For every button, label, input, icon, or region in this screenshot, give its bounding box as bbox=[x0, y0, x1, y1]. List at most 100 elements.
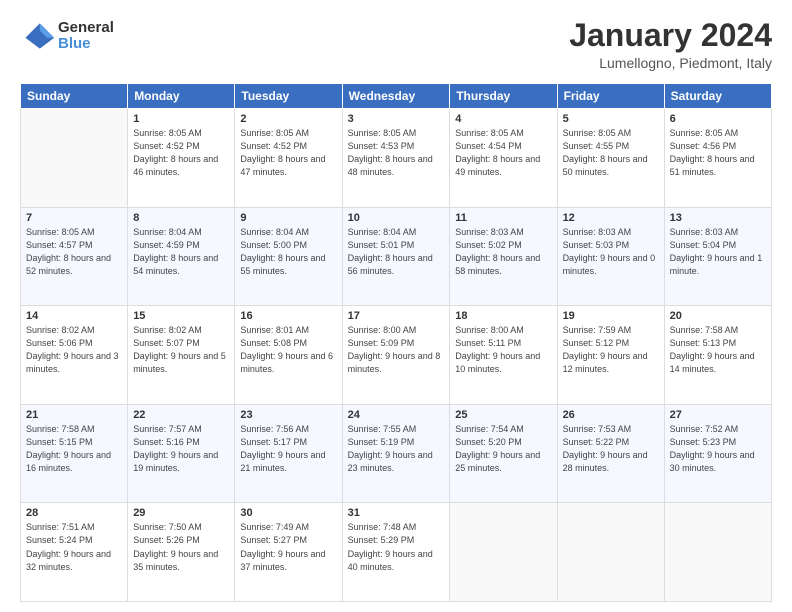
calendar-cell: 26 Sunrise: 7:53 AMSunset: 5:22 PMDayligh… bbox=[557, 404, 664, 503]
day-number: 2 bbox=[240, 113, 336, 125]
calendar-cell: 15Sunrise: 8:02 AMSunset: 5:07 PMDayligh… bbox=[128, 306, 235, 405]
day-info: Sunrise: 8:02 AMSunset: 5:07 PMDaylight:… bbox=[133, 324, 229, 376]
day-number: 31 bbox=[348, 507, 445, 519]
day-info: Sunrise: 8:05 AMSunset: 4:52 PMDaylight:… bbox=[240, 127, 336, 179]
calendar-cell: 13 Sunrise: 8:03 AMSunset: 5:04 PMDayligh… bbox=[664, 207, 771, 306]
calendar-week-row: 28Sunrise: 7:51 AMSunset: 5:24 PMDayligh… bbox=[21, 503, 772, 602]
calendar-cell: 27Sunrise: 7:52 AMSunset: 5:23 PMDayligh… bbox=[664, 404, 771, 503]
day-number: 14 bbox=[26, 310, 122, 322]
calendar-cell: 8 Sunrise: 8:04 AMSunset: 4:59 PMDaylight… bbox=[128, 207, 235, 306]
day-info: Sunrise: 7:58 AMSunset: 5:15 PMDaylight:… bbox=[26, 423, 122, 475]
day-info: Sunrise: 8:03 AMSunset: 5:03 PMDaylight:… bbox=[563, 226, 659, 278]
weekday-header-thursday: Thursday bbox=[450, 84, 557, 109]
calendar-cell: 24Sunrise: 7:55 AMSunset: 5:19 PMDayligh… bbox=[342, 404, 450, 503]
weekday-header-row: SundayMondayTuesdayWednesdayThursdayFrid… bbox=[21, 84, 772, 109]
calendar-cell: 12 Sunrise: 8:03 AMSunset: 5:03 PMDayligh… bbox=[557, 207, 664, 306]
day-info: Sunrise: 8:00 AMSunset: 5:09 PMDaylight:… bbox=[348, 324, 445, 376]
day-number: 25 bbox=[455, 409, 551, 421]
calendar-cell: 25 Sunrise: 7:54 AMSunset: 5:20 PMDayligh… bbox=[450, 404, 557, 503]
calendar-cell bbox=[450, 503, 557, 602]
day-info: Sunrise: 8:05 AMSunset: 4:54 PMDaylight:… bbox=[455, 127, 551, 179]
day-info: Sunrise: 8:05 AMSunset: 4:52 PMDaylight:… bbox=[133, 127, 229, 179]
day-info: Sunrise: 8:05 AMSunset: 4:53 PMDaylight:… bbox=[348, 127, 445, 179]
day-number: 9 bbox=[240, 212, 336, 224]
day-number: 12 bbox=[563, 212, 659, 224]
calendar-cell: 1 Sunrise: 8:05 AMSunset: 4:52 PMDaylight… bbox=[128, 109, 235, 208]
day-info: Sunrise: 8:04 AMSunset: 5:00 PMDaylight:… bbox=[240, 226, 336, 278]
calendar-week-row: 7Sunrise: 8:05 AMSunset: 4:57 PMDaylight… bbox=[21, 207, 772, 306]
day-number: 23 bbox=[240, 409, 336, 421]
day-info: Sunrise: 8:03 AMSunset: 5:02 PMDaylight:… bbox=[455, 226, 551, 278]
page: General Blue January 2024 Lumellogno, Pi… bbox=[0, 0, 792, 612]
day-info: Sunrise: 7:56 AMSunset: 5:17 PMDaylight:… bbox=[240, 423, 336, 475]
day-number: 13 bbox=[670, 212, 766, 224]
logo-general-text: General bbox=[58, 20, 114, 37]
calendar-cell: 19Sunrise: 7:59 AMSunset: 5:12 PMDayligh… bbox=[557, 306, 664, 405]
weekday-header-friday: Friday bbox=[557, 84, 664, 109]
day-number: 10 bbox=[348, 212, 445, 224]
calendar-cell: 9 Sunrise: 8:04 AMSunset: 5:00 PMDaylight… bbox=[235, 207, 342, 306]
calendar-cell bbox=[21, 109, 128, 208]
location: Lumellogno, Piedmont, Italy bbox=[569, 55, 772, 71]
weekday-header-monday: Monday bbox=[128, 84, 235, 109]
day-number: 21 bbox=[26, 409, 122, 421]
day-info: Sunrise: 8:04 AMSunset: 5:01 PMDaylight:… bbox=[348, 226, 445, 278]
day-number: 19 bbox=[563, 310, 659, 322]
calendar-cell: 22Sunrise: 7:57 AMSunset: 5:16 PMDayligh… bbox=[128, 404, 235, 503]
weekday-header-wednesday: Wednesday bbox=[342, 84, 450, 109]
day-info: Sunrise: 8:03 AMSunset: 5:04 PMDaylight:… bbox=[670, 226, 766, 278]
day-number: 17 bbox=[348, 310, 445, 322]
calendar-week-row: 21 Sunrise: 7:58 AMSunset: 5:15 PMDayligh… bbox=[21, 404, 772, 503]
calendar-cell: 10 Sunrise: 8:04 AMSunset: 5:01 PMDayligh… bbox=[342, 207, 450, 306]
month-title: January 2024 bbox=[569, 18, 772, 53]
logo-blue-text: Blue bbox=[58, 36, 114, 53]
calendar-cell: 18 Sunrise: 8:00 AMSunset: 5:11 PMDayligh… bbox=[450, 306, 557, 405]
day-number: 7 bbox=[26, 212, 122, 224]
calendar-cell: 14 Sunrise: 8:02 AMSunset: 5:06 PMDayligh… bbox=[21, 306, 128, 405]
logo: General Blue bbox=[20, 18, 114, 54]
header: General Blue January 2024 Lumellogno, Pi… bbox=[20, 18, 772, 71]
day-number: 26 bbox=[563, 409, 659, 421]
day-info: Sunrise: 7:48 AMSunset: 5:29 PMDaylight:… bbox=[348, 521, 445, 573]
day-info: Sunrise: 7:57 AMSunset: 5:16 PMDaylight:… bbox=[133, 423, 229, 475]
day-info: Sunrise: 7:58 AMSunset: 5:13 PMDaylight:… bbox=[670, 324, 766, 376]
weekday-header-tuesday: Tuesday bbox=[235, 84, 342, 109]
calendar-cell bbox=[557, 503, 664, 602]
day-info: Sunrise: 8:01 AMSunset: 5:08 PMDaylight:… bbox=[240, 324, 336, 376]
day-number: 29 bbox=[133, 507, 229, 519]
calendar-cell: 16 Sunrise: 8:01 AMSunset: 5:08 PMDayligh… bbox=[235, 306, 342, 405]
calendar-cell: 2 Sunrise: 8:05 AMSunset: 4:52 PMDaylight… bbox=[235, 109, 342, 208]
day-info: Sunrise: 7:54 AMSunset: 5:20 PMDaylight:… bbox=[455, 423, 551, 475]
day-info: Sunrise: 8:05 AMSunset: 4:56 PMDaylight:… bbox=[670, 127, 766, 179]
day-number: 11 bbox=[455, 212, 551, 224]
day-info: Sunrise: 8:04 AMSunset: 4:59 PMDaylight:… bbox=[133, 226, 229, 278]
day-number: 1 bbox=[133, 113, 229, 125]
calendar-cell: 31 Sunrise: 7:48 AMSunset: 5:29 PMDayligh… bbox=[342, 503, 450, 602]
day-number: 27 bbox=[670, 409, 766, 421]
day-info: Sunrise: 7:50 AMSunset: 5:26 PMDaylight:… bbox=[133, 521, 229, 573]
calendar-cell: 28Sunrise: 7:51 AMSunset: 5:24 PMDayligh… bbox=[21, 503, 128, 602]
calendar-cell: 20 Sunrise: 7:58 AMSunset: 5:13 PMDayligh… bbox=[664, 306, 771, 405]
day-number: 20 bbox=[670, 310, 766, 322]
day-number: 16 bbox=[240, 310, 336, 322]
day-number: 8 bbox=[133, 212, 229, 224]
day-info: Sunrise: 7:53 AMSunset: 5:22 PMDaylight:… bbox=[563, 423, 659, 475]
day-number: 3 bbox=[348, 113, 445, 125]
calendar-cell: 4Sunrise: 8:05 AMSunset: 4:54 PMDaylight… bbox=[450, 109, 557, 208]
day-number: 30 bbox=[240, 507, 336, 519]
calendar-cell: 17 Sunrise: 8:00 AMSunset: 5:09 PMDayligh… bbox=[342, 306, 450, 405]
calendar-cell bbox=[664, 503, 771, 602]
logo-icon bbox=[20, 18, 56, 54]
calendar-cell: 30 Sunrise: 7:49 AMSunset: 5:27 PMDayligh… bbox=[235, 503, 342, 602]
day-info: Sunrise: 8:00 AMSunset: 5:11 PMDaylight:… bbox=[455, 324, 551, 376]
day-info: Sunrise: 8:05 AMSunset: 4:55 PMDaylight:… bbox=[563, 127, 659, 179]
logo-text: General Blue bbox=[58, 20, 114, 53]
day-info: Sunrise: 8:02 AMSunset: 5:06 PMDaylight:… bbox=[26, 324, 122, 376]
calendar-cell: 5Sunrise: 8:05 AMSunset: 4:55 PMDaylight… bbox=[557, 109, 664, 208]
title-block: January 2024 Lumellogno, Piedmont, Italy bbox=[569, 18, 772, 71]
day-number: 18 bbox=[455, 310, 551, 322]
calendar-week-row: 1 Sunrise: 8:05 AMSunset: 4:52 PMDaylight… bbox=[21, 109, 772, 208]
calendar-week-row: 14 Sunrise: 8:02 AMSunset: 5:06 PMDayligh… bbox=[21, 306, 772, 405]
day-info: Sunrise: 7:49 AMSunset: 5:27 PMDaylight:… bbox=[240, 521, 336, 573]
calendar-cell: 6Sunrise: 8:05 AMSunset: 4:56 PMDaylight… bbox=[664, 109, 771, 208]
